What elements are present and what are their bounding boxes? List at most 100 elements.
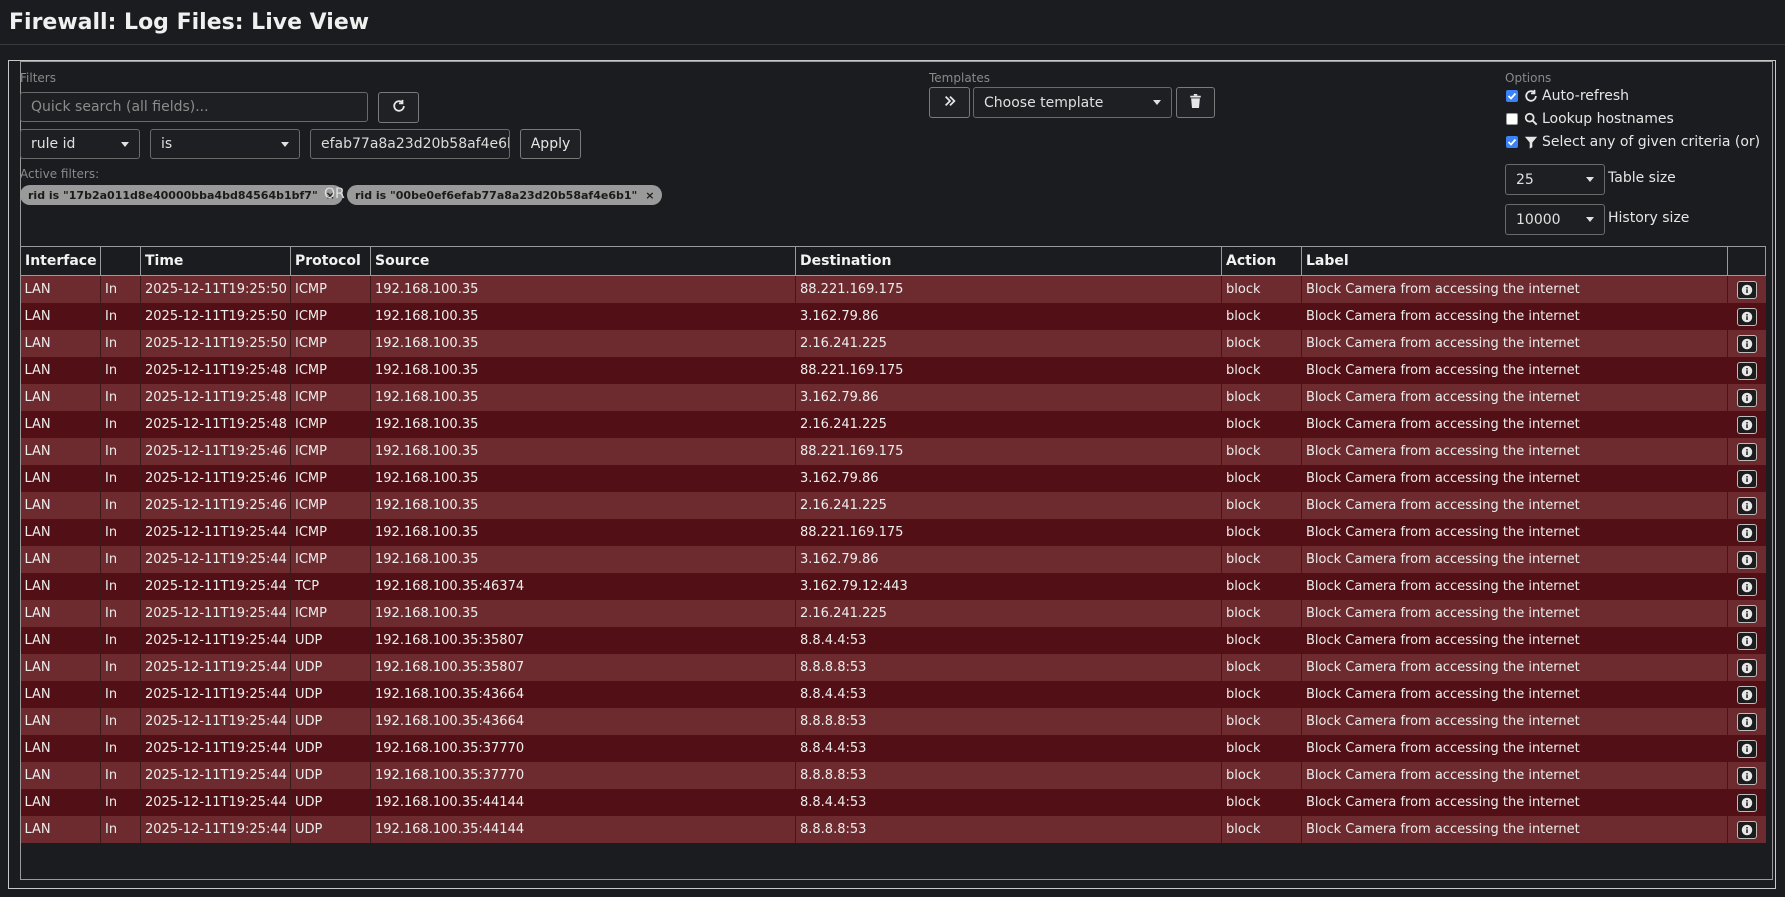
info-icon[interactable]	[1736, 415, 1757, 434]
col-header-protocol[interactable]: Protocol	[290, 246, 371, 276]
table-row[interactable]: LAN In 2025-12-11T19:25:44 ICMP 192.168.100.…	[20, 600, 1766, 627]
table-row[interactable]: LAN In 2025-12-11T19:25:44 UDP 192.168.100.3…	[20, 681, 1766, 708]
info-icon[interactable]	[1736, 334, 1757, 353]
info-icon[interactable]	[1736, 577, 1757, 596]
cell-destination: 8.8.4.4:53	[795, 789, 1222, 816]
quick-search-input[interactable]: Quick search (all fields)...	[20, 92, 368, 122]
info-icon[interactable]	[1736, 442, 1757, 461]
apply-button[interactable]: Apply	[520, 129, 581, 159]
table-row[interactable]: LAN In 2025-12-11T19:25:44 UDP 192.168.100.3…	[20, 735, 1766, 762]
cell-label: Block Camera from accessing the internet	[1301, 411, 1728, 438]
lookup-hostnames-option[interactable]: Lookup hostnames	[1506, 111, 1674, 127]
table-row[interactable]: LAN In 2025-12-11T19:25:44 UDP 192.168.100.3…	[20, 789, 1766, 816]
field-select[interactable]: rule id	[20, 129, 140, 159]
table-row[interactable]: LAN In 2025-12-11T19:25:44 TCP 192.168.100.3…	[20, 573, 1766, 600]
cell-protocol: UDP	[290, 681, 371, 708]
cell-protocol: UDP	[290, 816, 371, 843]
table-row[interactable]: LAN In 2025-12-11T19:25:46 ICMP 192.168.100.…	[20, 438, 1766, 465]
col-header-destination[interactable]: Destination	[795, 246, 1222, 276]
info-icon[interactable]	[1736, 469, 1757, 488]
col-header-interface[interactable]: Interface	[20, 246, 101, 276]
table-row[interactable]: LAN In 2025-12-11T19:25:44 UDP 192.168.100.3…	[20, 816, 1766, 843]
table-row[interactable]: LAN In 2025-12-11T19:25:46 ICMP 192.168.100.…	[20, 465, 1766, 492]
cell-action: block	[1221, 411, 1302, 438]
table-row[interactable]: LAN In 2025-12-11T19:25:48 ICMP 192.168.100.…	[20, 411, 1766, 438]
cell-source: 192.168.100.35:44144	[370, 816, 796, 843]
log-table-body: LAN In 2025-12-11T19:25:50 ICMP 192.168.100.…	[20, 275, 1766, 843]
cell-destination: 88.221.169.175	[795, 519, 1222, 546]
select-any-option[interactable]: Select any of given criteria (or)	[1506, 134, 1760, 150]
info-icon[interactable]	[1736, 658, 1757, 677]
info-icon[interactable]	[1736, 793, 1757, 812]
cell-source: 192.168.100.35	[370, 438, 796, 465]
cell-action: block	[1221, 816, 1302, 843]
chevron-down-icon	[121, 141, 129, 147]
delete-template-button[interactable]	[1176, 87, 1215, 118]
cell-action: block	[1221, 465, 1302, 492]
expand-templates-button[interactable]	[929, 87, 970, 118]
info-icon[interactable]	[1736, 496, 1757, 515]
cell-action: block	[1221, 384, 1302, 411]
col-header-direction[interactable]	[100, 246, 141, 276]
info-icon[interactable]	[1736, 361, 1757, 380]
cell-protocol: UDP	[290, 789, 371, 816]
history-size-select[interactable]: 10000	[1505, 204, 1605, 235]
table-row[interactable]: LAN In 2025-12-11T19:25:50 ICMP 192.168.100.…	[20, 303, 1766, 330]
info-icon[interactable]	[1736, 523, 1757, 542]
info-icon[interactable]	[1736, 631, 1757, 650]
table-size-select[interactable]: 25	[1505, 164, 1605, 195]
col-header-action[interactable]: Action	[1221, 246, 1302, 276]
cell-source: 192.168.100.35	[370, 519, 796, 546]
template-select[interactable]: Choose template	[973, 87, 1172, 118]
table-row[interactable]: LAN In 2025-12-11T19:25:44 UDP 192.168.100.3…	[20, 762, 1766, 789]
cell-direction: In	[100, 330, 141, 357]
col-header-time[interactable]: Time	[140, 246, 291, 276]
cell-time: 2025-12-11T19:25:46	[140, 465, 291, 492]
cell-direction: In	[100, 384, 141, 411]
table-row[interactable]: LAN In 2025-12-11T19:25:46 ICMP 192.168.100.…	[20, 492, 1766, 519]
filter-value-input[interactable]: efab77a8a23d20b58af4e6b1	[310, 129, 510, 159]
filters-label: Filters	[20, 71, 56, 85]
table-row[interactable]: LAN In 2025-12-11T19:25:50 ICMP 192.168.100.…	[20, 330, 1766, 357]
info-icon[interactable]	[1736, 604, 1757, 623]
table-row[interactable]: LAN In 2025-12-11T19:25:44 UDP 192.168.100.3…	[20, 708, 1766, 735]
cell-action: block	[1221, 735, 1302, 762]
cell-action: block	[1221, 762, 1302, 789]
cell-destination: 3.162.79.86	[795, 384, 1222, 411]
info-icon[interactable]	[1736, 712, 1757, 731]
cell-label: Block Camera from accessing the internet	[1301, 708, 1728, 735]
info-icon[interactable]	[1736, 739, 1757, 758]
info-icon[interactable]	[1736, 820, 1757, 839]
table-row[interactable]: LAN In 2025-12-11T19:25:48 ICMP 192.168.100.…	[20, 357, 1766, 384]
auto-refresh-option[interactable]: Auto-refresh	[1506, 88, 1629, 104]
info-icon[interactable]	[1736, 766, 1757, 785]
lookup-hostnames-checkbox[interactable]	[1506, 113, 1518, 125]
cell-direction: In	[100, 708, 141, 735]
active-filter-chip[interactable]: rid is "17b2a011d8e40000bba4bd84564b1bf7…	[20, 185, 343, 205]
cell-interface: LAN	[20, 330, 101, 357]
refresh-button[interactable]	[378, 92, 419, 123]
cell-destination: 8.8.4.4:53	[795, 735, 1222, 762]
select-any-checkbox[interactable]	[1506, 136, 1518, 148]
close-icon[interactable]: ×	[645, 189, 654, 202]
table-row[interactable]: LAN In 2025-12-11T19:25:44 ICMP 192.168.100.…	[20, 546, 1766, 573]
info-icon[interactable]	[1736, 280, 1757, 299]
col-header-label[interactable]: Label	[1301, 246, 1728, 276]
active-filter-chip[interactable]: rid is "00be0ef6efab77a8a23d20b58af4e6b1…	[347, 185, 663, 205]
info-icon[interactable]	[1736, 550, 1757, 569]
table-row[interactable]: LAN In 2025-12-11T19:25:44 ICMP 192.168.100.…	[20, 519, 1766, 546]
table-row[interactable]: LAN In 2025-12-11T19:25:50 ICMP 192.168.100.…	[20, 275, 1766, 303]
cell-destination: 8.8.8.8:53	[795, 762, 1222, 789]
table-row[interactable]: LAN In 2025-12-11T19:25:44 UDP 192.168.100.3…	[20, 654, 1766, 681]
cell-time: 2025-12-11T19:25:44	[140, 600, 291, 627]
info-icon[interactable]	[1736, 307, 1757, 326]
cell-direction: In	[100, 573, 141, 600]
cell-time: 2025-12-11T19:25:44	[140, 573, 291, 600]
auto-refresh-checkbox[interactable]	[1506, 90, 1518, 102]
table-row[interactable]: LAN In 2025-12-11T19:25:44 UDP 192.168.100.3…	[20, 627, 1766, 654]
col-header-source[interactable]: Source	[370, 246, 796, 276]
table-row[interactable]: LAN In 2025-12-11T19:25:48 ICMP 192.168.100.…	[20, 384, 1766, 411]
info-icon[interactable]	[1736, 685, 1757, 704]
operator-select[interactable]: is	[150, 129, 300, 159]
info-icon[interactable]	[1736, 388, 1757, 407]
